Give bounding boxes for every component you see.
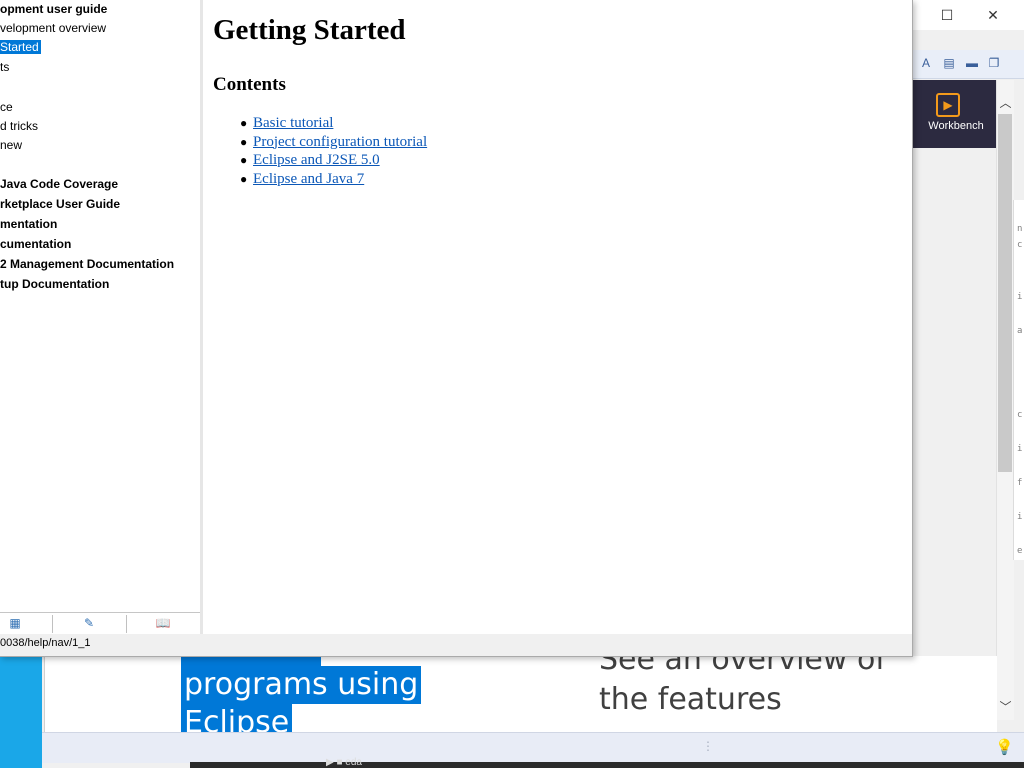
lightbulb-icon[interactable]: 💡 (995, 738, 1014, 756)
list-item: ● Project configuration tutorial (213, 133, 427, 152)
overview-text-line1: See an overview of (599, 656, 886, 677)
toc-item[interactable]: ce (0, 99, 13, 115)
toc-item[interactable]: opment user guide (0, 1, 107, 17)
scroll-up-icon[interactable]: ︿ (997, 94, 1014, 111)
toc-tabs: ▦ ✎ 📖 (0, 612, 200, 635)
content-pane: Getting Started Contents ● Basic tutorial… (203, 0, 912, 634)
toc-item[interactable]: d tricks (0, 118, 38, 134)
selected-text-line1: programs using (181, 666, 422, 704)
desktop-edge (0, 656, 42, 768)
overview-text-line2: the features (599, 682, 782, 717)
bookmarks-tab-icon[interactable]: 📖 (154, 615, 172, 631)
bullet-icon: ● (240, 134, 248, 149)
scroll-down-icon[interactable]: ﹀ (997, 698, 1014, 715)
workbench-toolbar: A ▤ ▬ ❐ (912, 50, 1024, 79)
bullet-icon: ● (240, 171, 248, 186)
taskbar-label: ▶ ■ eda (326, 757, 362, 768)
search-results-tab-icon[interactable]: ✎ (80, 615, 98, 631)
welcome-scrollbar[interactable]: ︿ ﹀ (996, 80, 1014, 720)
toc-item[interactable]: rketplace User Guide (0, 196, 120, 212)
selected-text-line2: Eclipse (181, 704, 293, 732)
welcome-content: programs using Eclipse See an overview o… (44, 656, 997, 732)
editor-edge: nciacifie (1013, 200, 1024, 560)
toc-item[interactable]: ts (0, 59, 9, 75)
help-statusbar: 0038/help/nav/1_1 (0, 634, 912, 656)
link-eclipse-j2se[interactable]: Eclipse and J2SE 5.0 (253, 152, 380, 168)
scrollbar-thumb[interactable] (998, 114, 1012, 472)
toc-item[interactable]: mentation (0, 216, 57, 232)
toc-item[interactable]: velopment overview (0, 20, 106, 36)
contents-list: ● Basic tutorial ● Project configuration t… (213, 114, 427, 188)
list-item: ● Eclipse and J2SE 5.0 (213, 151, 427, 170)
customize-page-icon[interactable]: ▤ (941, 55, 957, 71)
toc-item[interactable]: 2 Management Documentation (0, 256, 174, 272)
play-icon: ▶ (936, 93, 960, 117)
link-eclipse-java7[interactable]: Eclipse and Java 7 (253, 171, 364, 187)
workbench-titlebar: ☐ ✕ (912, 0, 1024, 30)
status-url: 0038/help/nav/1_1 (0, 637, 91, 649)
link-basic-tutorial[interactable]: Basic tutorial (253, 115, 333, 131)
toc-item[interactable]: new (0, 137, 22, 153)
font-size-icon[interactable]: A (918, 55, 934, 71)
toc-item[interactable]: Java Code Coverage (0, 176, 118, 192)
bullet-icon: ● (240, 116, 248, 130)
close-icon[interactable]: ✕ (980, 5, 1006, 25)
contents-tab-icon[interactable]: ▦ (6, 615, 24, 631)
taskbar (190, 762, 1024, 768)
workbench-tile-label: Workbench (928, 120, 984, 132)
restore-view-icon[interactable]: ❐ (986, 55, 1002, 71)
statusbar-grip-icon: ⋮ (702, 739, 714, 753)
contents-heading: Contents (213, 74, 286, 95)
workbench-tile[interactable]: ▶ Workbench (912, 80, 996, 148)
list-item: ● Basic tutorial (213, 114, 427, 133)
toc-item[interactable]: tup Documentation (0, 276, 109, 292)
bullet-icon: ● (240, 153, 248, 167)
workbench-statusbar: ⋮ 💡 (42, 732, 1024, 763)
list-item: ● Eclipse and Java 7 (213, 170, 427, 189)
page-title: Getting Started (213, 14, 406, 46)
toc-item[interactable]: Started (0, 39, 41, 55)
link-project-configuration-tutorial[interactable]: Project configuration tutorial (253, 134, 427, 150)
maximize-icon[interactable]: ☐ (934, 5, 960, 25)
minimize-view-icon[interactable]: ▬ (964, 55, 980, 71)
help-window: opment user guide velopment overview Sta… (0, 0, 913, 657)
toc-pane: opment user guide velopment overview Sta… (0, 0, 200, 612)
toc-item[interactable]: cumentation (0, 236, 71, 252)
